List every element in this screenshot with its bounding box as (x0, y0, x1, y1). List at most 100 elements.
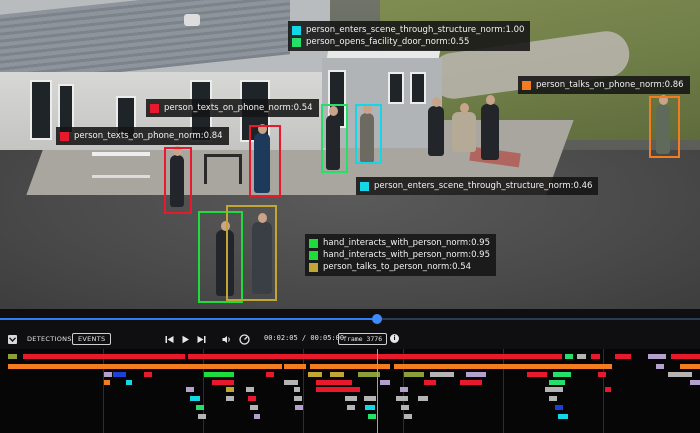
event-segment[interactable] (365, 405, 375, 410)
event-segment[interactable] (404, 414, 412, 419)
event-segment[interactable] (394, 364, 612, 369)
bbox-enters-structure[interactable] (355, 104, 382, 164)
video-frame[interactable]: person_enters_scene_through_structure_no… (0, 0, 700, 309)
event-segment[interactable] (212, 380, 234, 385)
event-segment[interactable] (553, 372, 571, 377)
event-segment[interactable] (668, 372, 692, 377)
event-segment[interactable] (565, 354, 573, 359)
event-segment[interactable] (226, 396, 234, 401)
event-segment[interactable] (294, 396, 302, 401)
detection-label: person_enters_scene_through_structure_no… (288, 21, 531, 51)
event-segment[interactable] (188, 354, 562, 359)
event-segment[interactable] (615, 354, 631, 359)
event-segment[interactable] (196, 405, 204, 410)
event-segment[interactable] (545, 387, 563, 392)
event-segment[interactable] (400, 387, 408, 392)
event-segment[interactable] (294, 387, 300, 392)
volume-icon[interactable] (221, 333, 233, 345)
event-segment[interactable] (549, 380, 565, 385)
label-row: person_talks_to_person_norm:0.54 (309, 261, 490, 273)
bbox-opens-door[interactable] (321, 104, 348, 173)
event-segment[interactable] (284, 380, 298, 385)
event-segment[interactable] (591, 354, 600, 359)
event-segment[interactable] (460, 380, 482, 385)
event-segment[interactable] (680, 364, 700, 369)
event-segment[interactable] (308, 372, 322, 377)
event-segment[interactable] (23, 354, 185, 359)
event-segment[interactable] (204, 372, 234, 377)
timeline-gridline (503, 349, 504, 433)
detection-label: person_talks_on_phone_norm:0.86 (518, 76, 690, 94)
event-segment[interactable] (226, 387, 234, 392)
event-segment[interactable] (598, 372, 606, 377)
event-segment[interactable] (418, 396, 428, 401)
event-segment[interactable] (577, 354, 586, 359)
bbox-texts-phone[interactable] (164, 147, 192, 214)
event-segment[interactable] (126, 380, 132, 385)
event-segment[interactable] (527, 372, 547, 377)
bbox-talks-phone[interactable] (649, 96, 680, 158)
event-segment[interactable] (198, 414, 206, 419)
event-segment[interactable] (104, 380, 110, 385)
event-segment[interactable] (466, 372, 486, 377)
frame-counter[interactable]: frame 3776 (338, 333, 388, 345)
event-segment[interactable] (364, 396, 376, 401)
event-segment[interactable] (310, 364, 390, 369)
event-segment[interactable] (396, 396, 408, 401)
tab-detections[interactable]: DETECTIONS (21, 333, 78, 345)
event-segment[interactable] (8, 354, 17, 359)
event-segment[interactable] (648, 354, 666, 359)
label-row: person_enters_scene_through_structure_no… (360, 180, 592, 192)
event-segment[interactable] (144, 372, 152, 377)
event-segment[interactable] (347, 405, 355, 410)
event-segment[interactable] (250, 405, 258, 410)
event-segment[interactable] (656, 364, 664, 369)
event-segment[interactable] (368, 414, 376, 419)
event-segment[interactable] (190, 396, 200, 401)
bbox-texts-phone[interactable] (249, 125, 281, 197)
tab-events[interactable]: EVENTS (72, 333, 112, 345)
time-display: 00:02:05 / 00:05:00 (264, 334, 345, 342)
event-segment[interactable] (549, 396, 557, 401)
event-segment[interactable] (380, 380, 390, 385)
info-icon[interactable]: i (390, 334, 399, 343)
bbox-talks-to-person[interactable] (226, 205, 277, 301)
annex-window (388, 72, 404, 104)
timeline-playhead[interactable] (377, 349, 378, 433)
event-segment[interactable] (104, 372, 112, 377)
seek-handle[interactable] (372, 314, 382, 324)
event-segment[interactable] (430, 372, 454, 377)
event-segment[interactable] (295, 405, 303, 410)
detection-label: person_enters_scene_through_structure_no… (356, 177, 599, 195)
event-segment[interactable] (345, 396, 357, 401)
event-segment[interactable] (330, 372, 344, 377)
event-segment[interactable] (113, 372, 126, 377)
skip-back-icon[interactable] (163, 333, 175, 345)
skip-forward-icon[interactable] (195, 333, 207, 345)
label-text: person_texts_on_phone_norm:0.54 (164, 103, 313, 113)
event-segment[interactable] (558, 414, 568, 419)
event-segment[interactable] (248, 396, 256, 401)
speed-icon[interactable] (238, 333, 250, 345)
event-segment[interactable] (316, 380, 352, 385)
event-segment[interactable] (316, 387, 360, 392)
event-segment[interactable] (555, 405, 563, 410)
event-timeline[interactable] (0, 349, 700, 433)
event-segment[interactable] (605, 387, 611, 392)
event-segment[interactable] (266, 372, 274, 377)
event-segment[interactable] (186, 387, 194, 392)
event-segment[interactable] (424, 380, 436, 385)
play-icon[interactable] (179, 333, 191, 345)
event-segment[interactable] (254, 414, 260, 419)
event-segment[interactable] (690, 380, 700, 385)
collapse-icon[interactable] (8, 334, 17, 344)
event-segment[interactable] (246, 387, 254, 392)
event-segment[interactable] (401, 405, 409, 410)
player-controls: DETECTIONS EVENTS 00:02:05 / 00:05:00 fr… (0, 329, 700, 349)
event-segment[interactable] (284, 364, 306, 369)
building-door (30, 80, 52, 140)
event-segment[interactable] (404, 372, 424, 377)
event-segment[interactable] (671, 354, 700, 359)
event-segment[interactable] (8, 364, 282, 369)
seek-bar[interactable] (0, 309, 700, 329)
